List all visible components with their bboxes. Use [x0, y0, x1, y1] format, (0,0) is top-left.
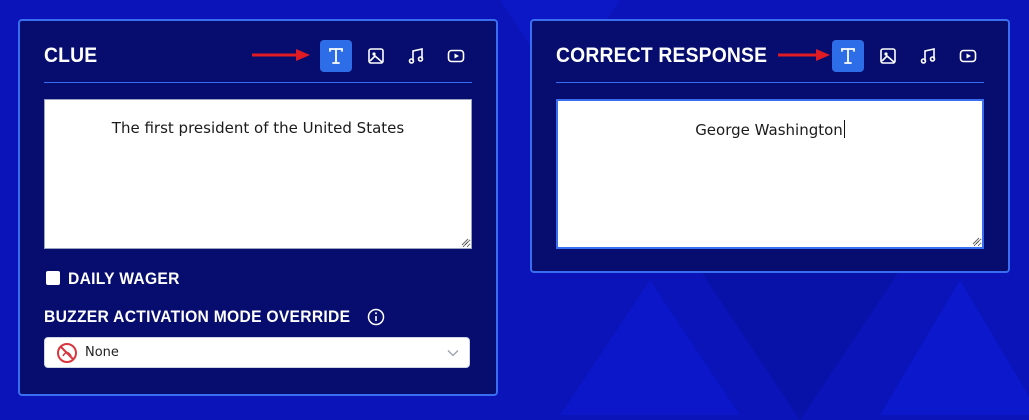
- image-type-button[interactable]: [360, 40, 392, 72]
- red-arrow-icon: [252, 49, 310, 61]
- prohibited-icon: [57, 343, 77, 363]
- background-shape: [880, 280, 1029, 415]
- text-caret: [843, 120, 845, 138]
- info-icon[interactable]: [367, 308, 385, 326]
- daily-wager-label: DAILY WAGER: [68, 269, 180, 288]
- response-panel: CORRECT RESPONSE George Washington: [530, 19, 1010, 273]
- text-icon: [841, 48, 855, 64]
- chevron-down-icon: [447, 350, 459, 357]
- clue-text: The first president of the United States: [111, 119, 405, 137]
- response-text: George Washington: [695, 121, 843, 139]
- buzzer-mode-label: BUZZER ACTIVATION MODE OVERRIDE: [44, 307, 351, 326]
- response-textarea[interactable]: George Washington: [556, 99, 984, 249]
- clue-textarea[interactable]: The first president of the United States: [44, 99, 472, 249]
- buzzer-mode-value: None: [85, 345, 119, 360]
- clue-title: CLUE: [44, 44, 98, 67]
- music-icon: [920, 48, 936, 64]
- response-title: CORRECT RESPONSE: [556, 44, 768, 67]
- daily-wager-checkbox[interactable]: [46, 271, 60, 285]
- music-icon: [408, 48, 424, 64]
- video-icon: [447, 49, 465, 63]
- image-icon: [368, 48, 384, 64]
- clue-header: CLUE: [44, 21, 472, 83]
- video-type-button[interactable]: [440, 40, 472, 72]
- image-icon: [880, 48, 896, 64]
- background-shape: [700, 270, 900, 420]
- video-type-button[interactable]: [952, 40, 984, 72]
- music-type-button[interactable]: [912, 40, 944, 72]
- resize-grip-icon[interactable]: [461, 238, 469, 246]
- text-type-button[interactable]: [320, 40, 352, 72]
- music-type-button[interactable]: [400, 40, 432, 72]
- buzzer-mode-select[interactable]: None: [44, 337, 470, 368]
- resize-grip-icon[interactable]: [972, 237, 980, 245]
- response-header: CORRECT RESPONSE: [556, 21, 984, 83]
- text-type-button[interactable]: [832, 40, 864, 72]
- text-icon: [329, 48, 343, 64]
- video-icon: [959, 49, 977, 63]
- image-type-button[interactable]: [872, 40, 904, 72]
- clue-panel: CLUE The first president of the United S…: [18, 19, 498, 396]
- red-arrow-icon: [778, 49, 830, 61]
